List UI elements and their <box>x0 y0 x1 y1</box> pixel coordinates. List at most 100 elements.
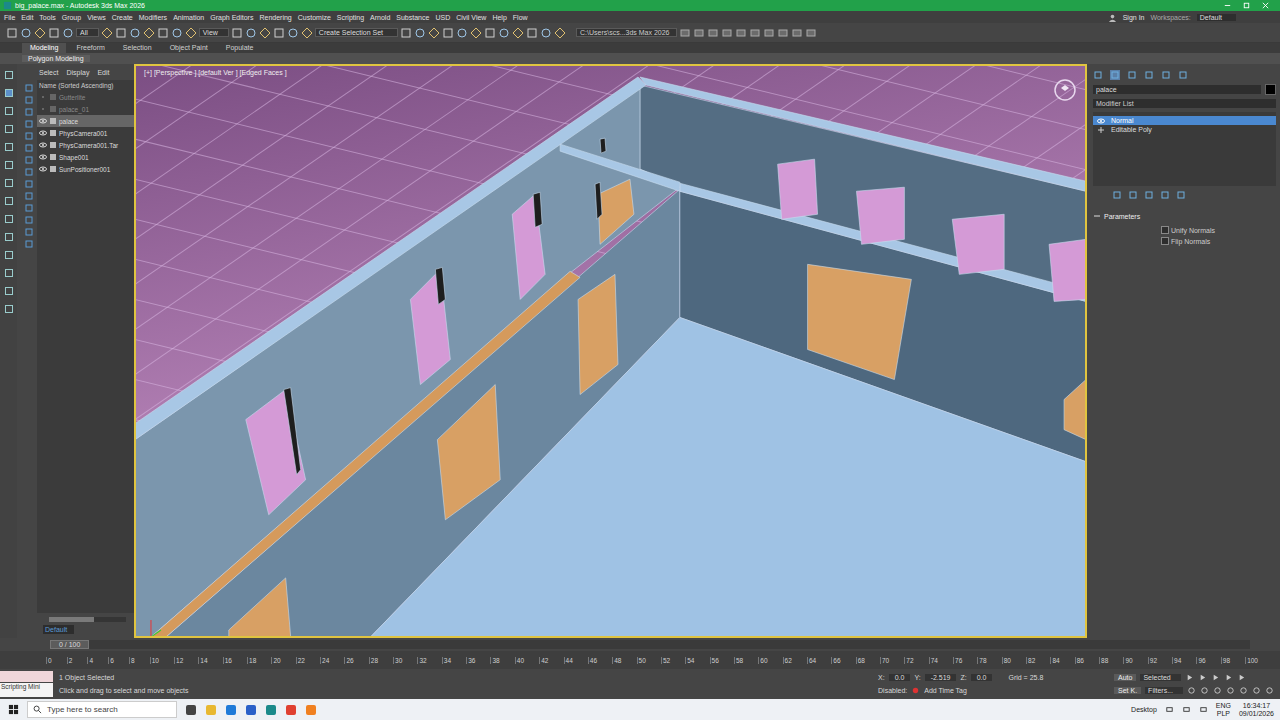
modify-tab-icon[interactable] <box>1110 70 1120 80</box>
menu-item[interactable]: File <box>4 14 15 21</box>
menu-item[interactable]: Help <box>492 14 506 21</box>
viewport-label[interactable]: [+] [Perspective ] [default Ver ] [Edged… <box>144 69 287 76</box>
menu-item[interactable]: Create <box>112 14 133 21</box>
mini-d-icon[interactable] <box>735 27 747 39</box>
eye-icon[interactable] <box>39 93 47 101</box>
go-start-icon[interactable] <box>1185 673 1194 682</box>
ribbon-tab[interactable]: Object Paint <box>162 43 216 53</box>
object-color-swatch[interactable] <box>1265 84 1276 95</box>
link-icon[interactable] <box>34 27 46 39</box>
spinner-snap-icon[interactable] <box>287 27 299 39</box>
bone-icon[interactable] <box>25 192 33 200</box>
selection-filter-dropdown[interactable]: All <box>76 28 99 37</box>
explorer-scrollbar[interactable] <box>49 617 126 622</box>
edit-named-sets-icon[interactable] <box>301 27 313 39</box>
option-checkbox[interactable]: Unify Normals <box>1161 226 1276 234</box>
hierarchy-icon[interactable] <box>4 106 14 116</box>
geometry-icon[interactable] <box>25 96 33 104</box>
auto-key-button[interactable]: Auto <box>1114 674 1136 681</box>
scene-explorer-icon[interactable] <box>442 27 454 39</box>
checkbox[interactable] <box>1161 226 1169 234</box>
taskbar-search[interactable]: Type here to search <box>27 701 177 718</box>
input-language[interactable]: ENGPLP <box>1216 702 1231 718</box>
group-icon[interactable] <box>25 168 33 176</box>
pan-icon[interactable] <box>1239 686 1248 695</box>
x-field[interactable]: 0.0 <box>889 674 911 681</box>
orbit-icon[interactable] <box>1252 686 1261 695</box>
pin-stack-icon[interactable] <box>1112 190 1122 200</box>
reference-coordinate-dropdown[interactable]: View <box>199 28 229 37</box>
create-icon[interactable] <box>4 70 14 80</box>
maxscript-output[interactable] <box>0 671 53 682</box>
maximize-icon[interactable] <box>1242 1 1251 10</box>
scene-item[interactable]: palace_01 <box>37 103 134 115</box>
project-path-field[interactable]: C:\Users\scs...3ds Max 2026 <box>576 28 676 37</box>
bind-icon[interactable] <box>62 27 74 39</box>
mini-f-icon[interactable] <box>763 27 775 39</box>
undo-icon[interactable] <box>6 27 18 39</box>
modifier-stack-item[interactable]: Normal <box>1093 116 1276 125</box>
desktop-toolbar[interactable]: Desktop <box>1131 706 1157 713</box>
menu-item[interactable]: Views <box>87 14 106 21</box>
render-setup-icon[interactable] <box>512 27 524 39</box>
systems-icon[interactable] <box>4 250 14 260</box>
schematic-icon[interactable] <box>484 27 496 39</box>
object-name-field[interactable]: palace <box>1093 85 1261 94</box>
motion-tab-icon[interactable] <box>1144 70 1154 80</box>
mirror-icon[interactable] <box>400 27 412 39</box>
scene-item[interactable]: PhysCamera001 <box>37 127 134 139</box>
menu-item[interactable]: Flow <box>513 14 528 21</box>
shape-icon[interactable] <box>25 108 33 116</box>
align-icon[interactable] <box>414 27 426 39</box>
project-folder-icon[interactable] <box>679 27 691 39</box>
notification-icon[interactable] <box>1199 705 1208 714</box>
ribbon-tab[interactable]: Modeling <box>22 43 66 53</box>
arnold-icon[interactable] <box>554 27 566 39</box>
select-by-name-icon[interactable] <box>115 27 127 39</box>
frozen-icon[interactable] <box>25 216 33 224</box>
remove-modifier-icon[interactable] <box>1160 190 1170 200</box>
workspace-dropdown[interactable]: Default <box>1197 14 1236 21</box>
menu-item[interactable]: Arnold <box>370 14 390 21</box>
window-crossing-icon[interactable] <box>143 27 155 39</box>
utilities-icon[interactable] <box>4 160 14 170</box>
z-field[interactable]: 0.0 <box>971 674 993 681</box>
zoom-icon[interactable] <box>1187 686 1196 695</box>
key-filter-dropdown[interactable]: Selected <box>1140 674 1180 681</box>
collapse-icon[interactable] <box>1093 212 1101 220</box>
eye-icon[interactable] <box>39 105 47 113</box>
ribbon-tab[interactable]: Freeform <box>68 43 112 53</box>
utilities-tab-icon[interactable] <box>1178 70 1188 80</box>
key-filters-button[interactable]: Filters... <box>1145 687 1183 694</box>
rotate-icon[interactable] <box>171 27 183 39</box>
menu-item[interactable]: USD <box>435 14 450 21</box>
task-view-icon[interactable] <box>185 704 197 716</box>
viewcube-icon[interactable] <box>1053 78 1077 102</box>
volume-icon[interactable] <box>1182 705 1191 714</box>
zoom-all-icon[interactable] <box>1200 686 1209 695</box>
checkbox[interactable] <box>1161 237 1169 245</box>
scene-item[interactable]: PhysCamera001.Tar <box>37 139 134 151</box>
menu-item[interactable]: Rendering <box>259 14 291 21</box>
file-explorer-icon[interactable] <box>205 704 217 716</box>
hierarchy-tab-icon[interactable] <box>1127 70 1137 80</box>
scene-item[interactable]: Gutterlite <box>37 91 134 103</box>
explorer-menu-item[interactable]: Select <box>39 69 58 76</box>
option-checkbox[interactable]: Flip Normals <box>1161 237 1276 245</box>
menu-item[interactable]: Substance <box>396 14 429 21</box>
scene-item[interactable]: Shape001 <box>37 151 134 163</box>
mini-a-icon[interactable] <box>693 27 705 39</box>
filter-icon[interactable] <box>25 84 33 92</box>
unlink-icon[interactable] <box>48 27 60 39</box>
paint-icon[interactable] <box>4 304 14 314</box>
perspective-viewport[interactable]: [+] [Perspective ] [default Ver ] [Edged… <box>134 64 1087 638</box>
scene-item[interactable]: palace <box>37 115 134 127</box>
play-icon[interactable] <box>1211 673 1220 682</box>
mini-h-icon[interactable] <box>791 27 803 39</box>
display-icon[interactable] <box>4 142 14 152</box>
menu-item[interactable]: Scripting <box>337 14 364 21</box>
placement-icon[interactable] <box>231 27 243 39</box>
windows-start-icon[interactable] <box>8 704 19 715</box>
maxscript-input[interactable]: Scripting Mini <box>0 683 53 697</box>
add-time-tag-button[interactable]: Add Time Tag <box>924 687 967 694</box>
